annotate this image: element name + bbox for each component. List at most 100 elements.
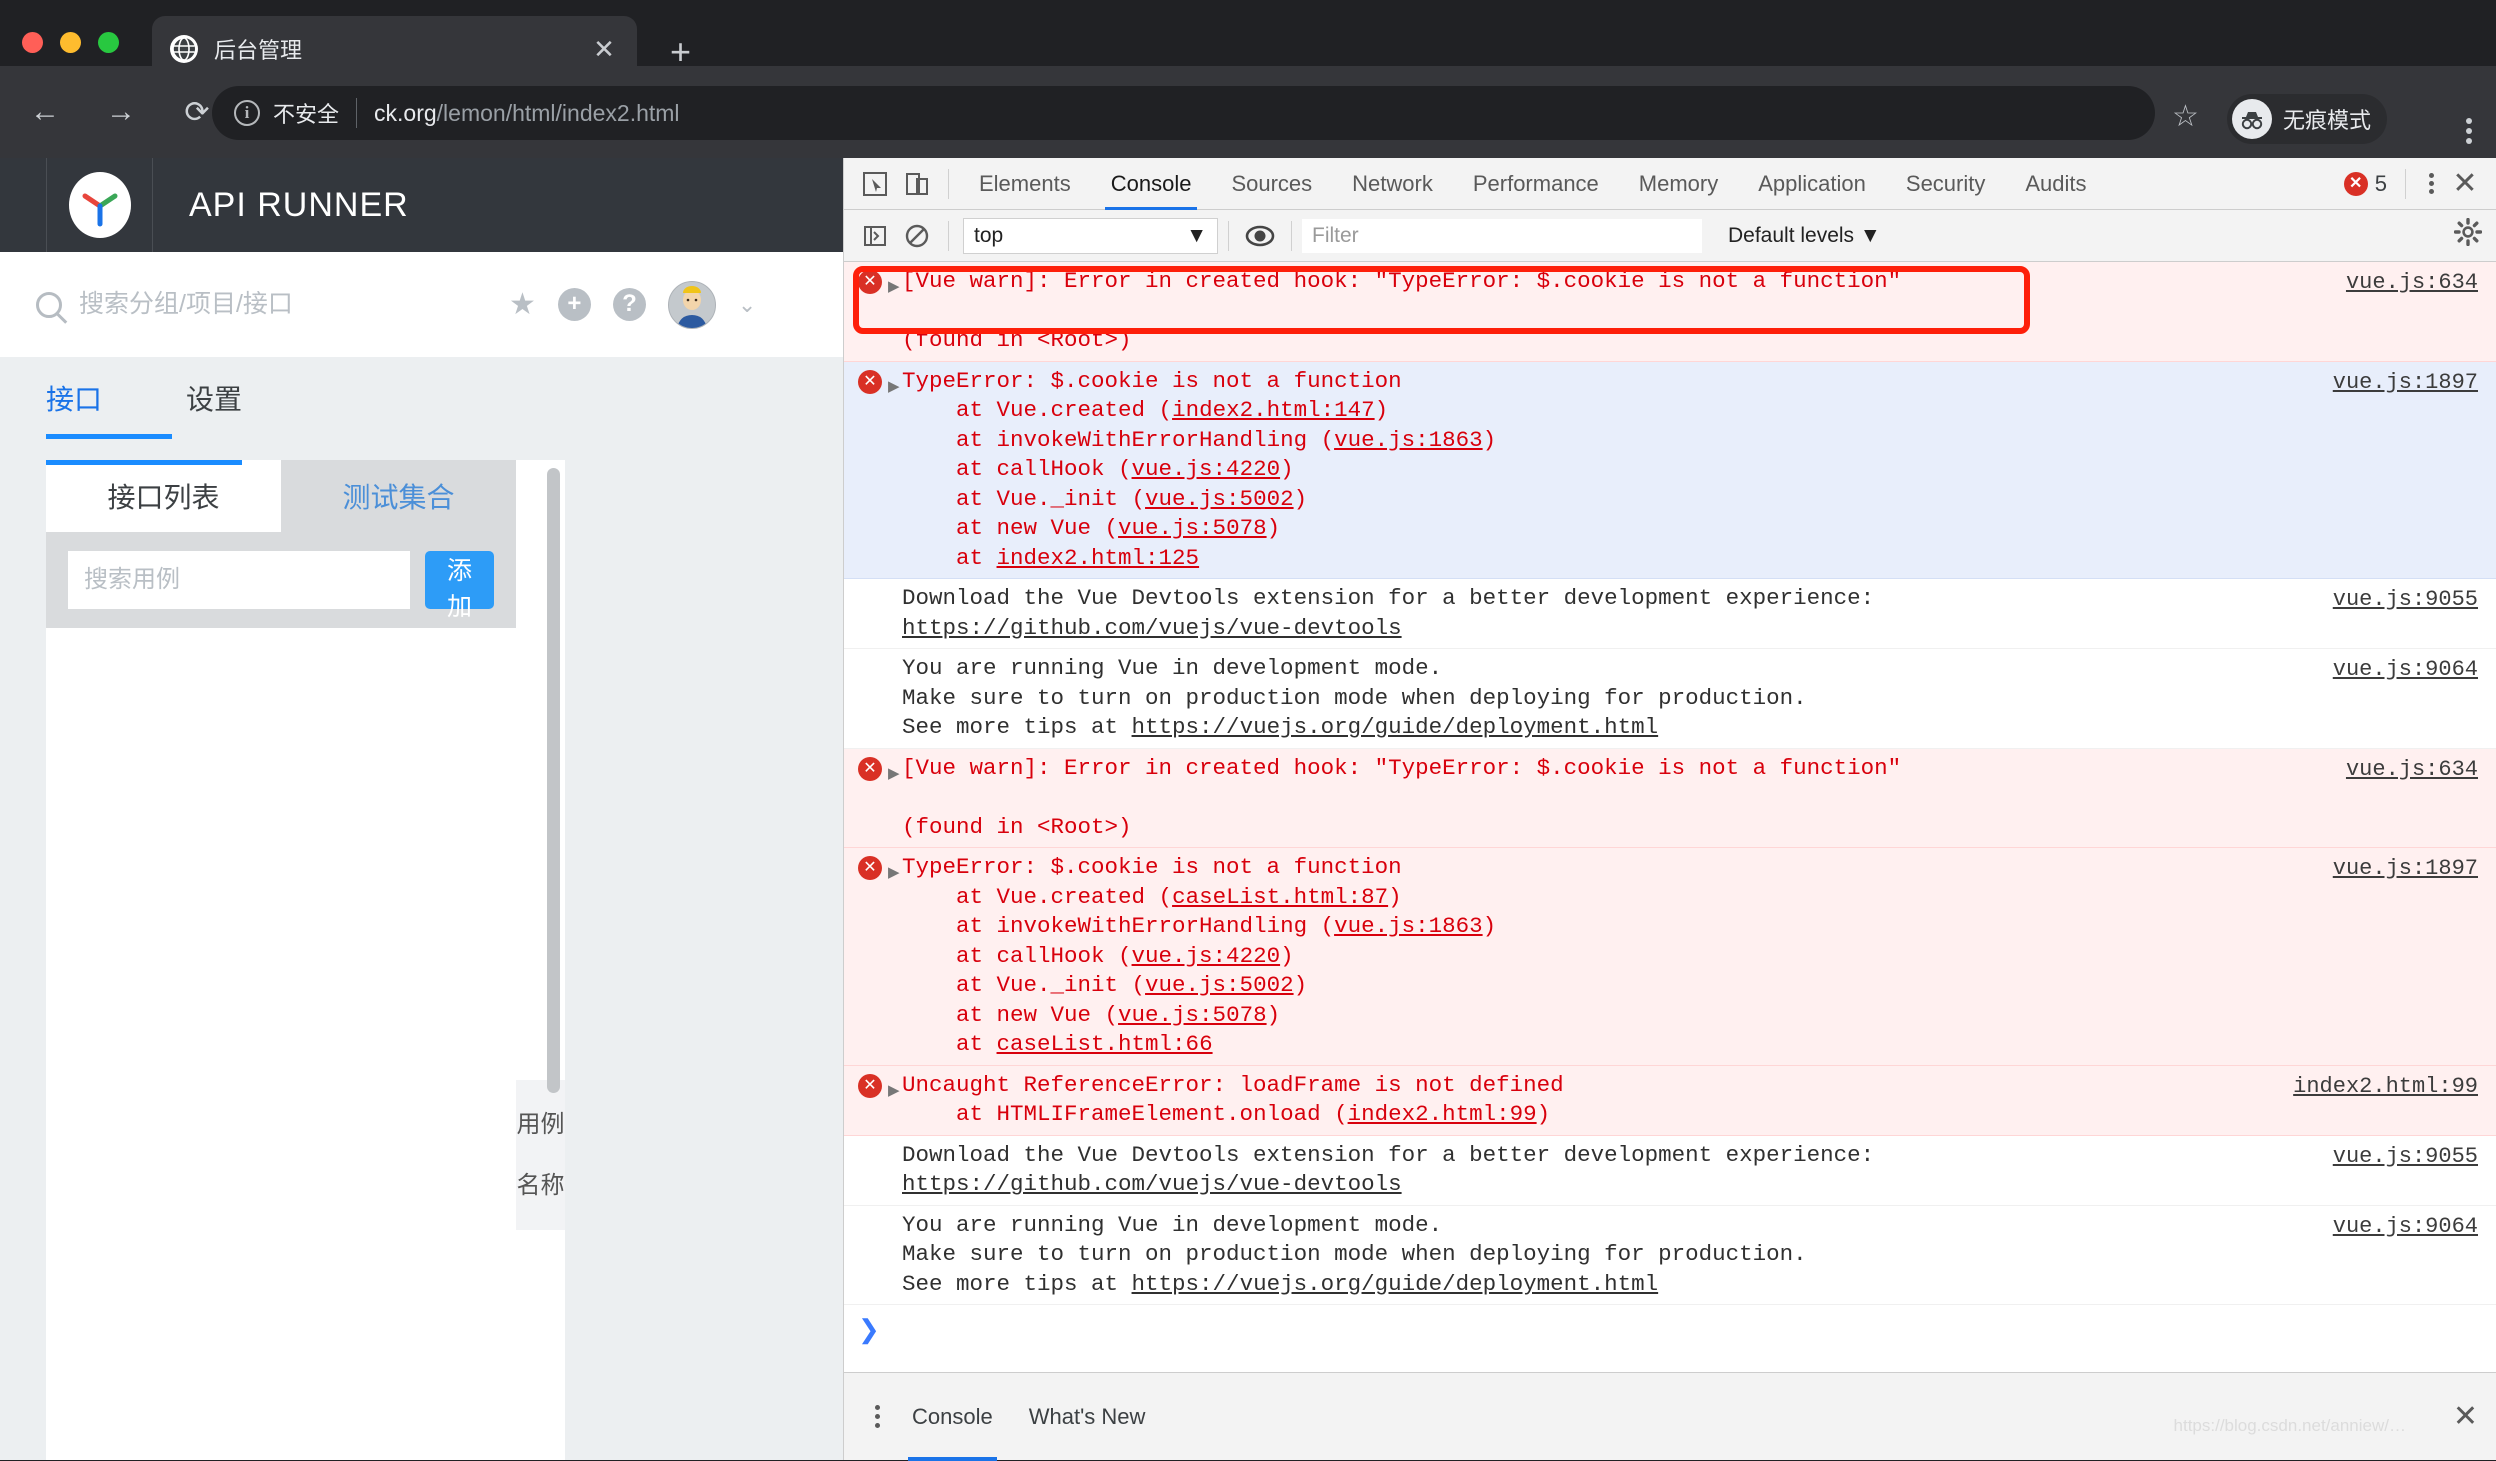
console-filter-input[interactable] xyxy=(1302,218,1702,253)
tab-elements[interactable]: Elements xyxy=(959,158,1091,210)
message-icon-spacer xyxy=(858,587,882,611)
plus-icon[interactable]: + xyxy=(557,288,591,321)
console-sidebar-toggle-icon[interactable] xyxy=(854,215,896,257)
app-title: API RUNNER xyxy=(189,185,409,224)
case-search-input[interactable] xyxy=(68,551,410,609)
expand-arrow-icon[interactable]: ▶ xyxy=(888,1077,902,1130)
window-controls[interactable] xyxy=(22,32,119,53)
console-message-source-link[interactable]: vue.js:9055 xyxy=(2333,585,2478,615)
execution-context-value: top xyxy=(974,223,1004,247)
console-message-text: Download the Vue Devtools extension for … xyxy=(902,585,1875,641)
error-count-badge[interactable]: ✕ 5 xyxy=(2343,171,2387,197)
window-maximize-button[interactable] xyxy=(98,32,119,53)
tab-audits[interactable]: Audits xyxy=(2005,158,2106,210)
tab-memory[interactable]: Memory xyxy=(1619,158,1738,210)
filterbar-divider-1 xyxy=(948,220,949,251)
tab-performance[interactable]: Performance xyxy=(1453,158,1619,210)
gear-icon[interactable] xyxy=(2453,217,2483,253)
expand-arrow-icon[interactable]: ▶ xyxy=(888,760,902,843)
execution-context-select[interactable]: top ▼ xyxy=(963,217,1218,254)
console-message-source-link[interactable]: vue.js:9055 xyxy=(2333,1142,2478,1172)
error-icon: ✕ xyxy=(858,1073,882,1098)
bookmark-star-icon[interactable]: ☆ xyxy=(2172,102,2199,132)
console-message[interactable]: Download the Vue Devtools extension for … xyxy=(844,1135,2496,1206)
console-filter-bar: top ▼ Default levels ▼ xyxy=(844,210,2496,262)
tab-interfaces[interactable]: 接口 xyxy=(46,378,102,418)
tab-sources[interactable]: Sources xyxy=(1211,158,1332,210)
window-close-button[interactable] xyxy=(22,32,43,53)
add-collection-button[interactable]: 添加集合 xyxy=(425,551,494,693)
console-message-text: Download the Vue Devtools extension for … xyxy=(902,1141,1875,1198)
incognito-label: 无痕模式 xyxy=(2283,108,2372,133)
device-toolbar-icon[interactable] xyxy=(896,163,938,205)
app-tab-bar: 接口 设置 xyxy=(0,357,843,439)
console-message-list[interactable]: ✕ ▶ [Vue warn]: Error in created hook: "Ty… xyxy=(844,262,2496,1372)
tab-settings[interactable]: 设置 xyxy=(186,378,242,418)
help-icon[interactable]: ? xyxy=(612,288,646,321)
console-message[interactable]: ✕ ▶ [Vue warn]: Error in created hook: "Ty… xyxy=(844,748,2496,848)
expand-arrow-icon[interactable]: ▶ xyxy=(888,273,902,356)
console-message-source-link[interactable]: vue.js:634 xyxy=(2346,755,2478,785)
tab-security[interactable]: Security xyxy=(1886,158,2005,210)
tab-console[interactable]: Console xyxy=(1091,158,1212,210)
new-tab-button[interactable]: + xyxy=(670,34,691,70)
window-minimize-button[interactable] xyxy=(60,32,81,53)
console-message-source-link[interactable]: vue.js:1897 xyxy=(2333,854,2478,884)
expand-arrow-icon[interactable]: ▶ xyxy=(888,373,902,574)
case-name-column: 用例名称 xyxy=(516,460,565,1460)
toolbar-divider xyxy=(948,168,949,199)
forward-button[interactable]: → xyxy=(90,81,152,143)
arrow-spacer xyxy=(888,1217,902,1300)
console-message-source-link[interactable]: vue.js:9064 xyxy=(2333,655,2478,685)
console-message-source-link[interactable]: index2.html:99 xyxy=(2293,1072,2478,1102)
app-search-bar: ★ + ? ⌄ xyxy=(0,252,843,357)
console-message-source-link[interactable]: vue.js:634 xyxy=(2346,268,2478,298)
error-icon: ✕ xyxy=(858,756,882,781)
app-search-input[interactable] xyxy=(79,290,499,319)
console-message[interactable]: ✕ ▶ TypeError: $.cookie is not a function … xyxy=(844,848,2496,1066)
tab-network[interactable]: Network xyxy=(1332,158,1453,210)
info-icon[interactable]: i xyxy=(234,100,260,126)
console-message-source-link[interactable]: vue.js:9064 xyxy=(2333,1212,2478,1242)
console-prompt-row[interactable]: ❯ xyxy=(844,1305,2496,1346)
back-button[interactable]: ← xyxy=(14,81,76,143)
close-icon[interactable]: ✕ xyxy=(589,36,619,62)
star-icon[interactable]: ★ xyxy=(509,289,536,320)
chevron-down-icon[interactable]: ⌄ xyxy=(738,292,756,318)
clear-console-icon[interactable] xyxy=(896,215,938,257)
message-icon-spacer xyxy=(858,657,882,681)
console-message[interactable]: You are running Vue in development mode.… xyxy=(844,1205,2496,1305)
panel-tab-test-collection[interactable]: 测试集合 xyxy=(281,460,516,532)
chevron-down-icon: ▼ xyxy=(1186,223,1207,247)
console-message[interactable]: ✕ ▶ [Vue warn]: Error in created hook: "Ty… xyxy=(844,262,2496,362)
console-message-source-link[interactable]: vue.js:1897 xyxy=(2333,368,2478,398)
log-level-select[interactable]: Default levels ▼ xyxy=(1728,224,1881,248)
case-list-body xyxy=(46,628,516,1460)
address-bar[interactable]: i 不安全 ck.org /lemon/html/index2.html xyxy=(212,86,2155,140)
drawer-tab-console[interactable]: Console xyxy=(894,1373,1011,1461)
incognito-indicator[interactable]: 无痕模式 xyxy=(2227,94,2388,144)
devtools-more-button[interactable] xyxy=(2416,170,2446,197)
drawer-more-button[interactable] xyxy=(860,1401,894,1432)
drawer-tab-whats-new[interactable]: What's New xyxy=(1011,1373,1164,1461)
drawer-close-button[interactable]: ✕ xyxy=(2453,1399,2478,1434)
tab-application[interactable]: Application xyxy=(1738,158,1886,210)
devtools-tab-bar: Elements Console Sources Network Perform… xyxy=(959,158,2107,210)
panel-tab-interface-list[interactable]: 接口列表 xyxy=(46,460,281,532)
avatar[interactable] xyxy=(667,280,716,329)
devtools-close-button[interactable]: ✕ xyxy=(2446,168,2484,199)
app-header: API RUNNER xyxy=(0,158,843,252)
inspect-element-icon[interactable] xyxy=(854,163,896,205)
console-message[interactable]: ✕ ▶ TypeError: $.cookie is not a function … xyxy=(844,361,2496,579)
vertical-scrollbar[interactable] xyxy=(547,468,560,1093)
security-label: 不安全 xyxy=(273,102,340,127)
browser-menu-button[interactable] xyxy=(2466,114,2472,148)
console-message[interactable]: ✕ ▶ Uncaught ReferenceError: loadFrame is … xyxy=(844,1065,2496,1136)
watermark: https://blog.csdn.net/anniew/… xyxy=(2173,1416,2406,1435)
filterbar-divider-2 xyxy=(1228,220,1229,251)
live-expression-eye-icon[interactable] xyxy=(1239,215,1281,257)
console-message[interactable]: Download the Vue Devtools extension for … xyxy=(844,579,2496,649)
browser-tab-title: 后台管理 xyxy=(214,38,303,63)
expand-arrow-icon[interactable]: ▶ xyxy=(888,859,902,1060)
console-message[interactable]: You are running Vue in development mode.… xyxy=(844,649,2496,749)
